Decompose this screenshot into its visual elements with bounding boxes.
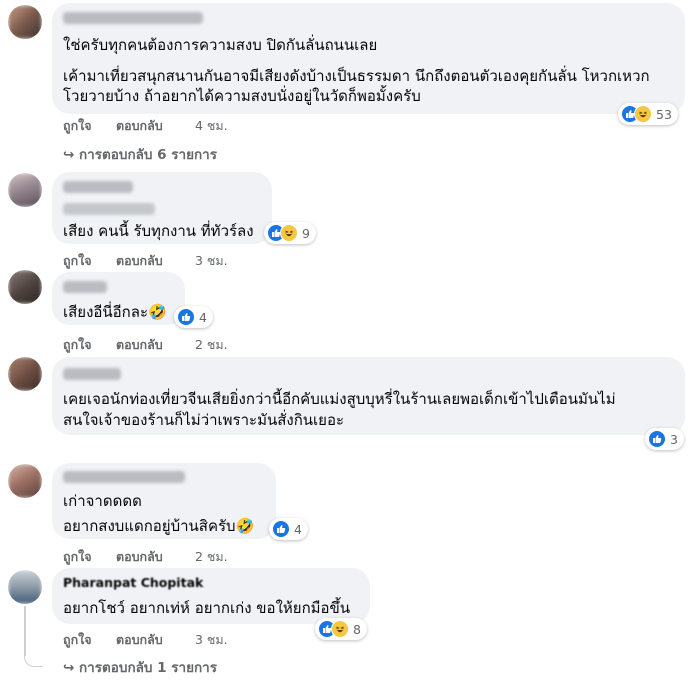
- reactions-summary[interactable]: 4: [269, 518, 308, 540]
- like-button[interactable]: ถูกใจ: [63, 251, 92, 271]
- author-name-blurred[interactable]: [63, 471, 185, 483]
- like-button[interactable]: ถูกใจ: [63, 547, 92, 567]
- avatar[interactable]: [8, 464, 42, 498]
- reply-button[interactable]: ตอบกลับ: [116, 630, 163, 650]
- avatar[interactable]: [8, 570, 42, 604]
- view-replies-link[interactable]: ↪ การตอบกลับ 1 รายการ: [63, 656, 217, 678]
- haha-icon: [331, 620, 349, 638]
- haha-icon: [634, 105, 652, 123]
- avatar[interactable]: [8, 357, 42, 391]
- comment-text-line: โวยวายบ้าง ถ้าอยากได้ความสงบนั่งอยู่ในวั…: [63, 87, 421, 105]
- author-name-blurred[interactable]: [63, 12, 203, 24]
- timestamp[interactable]: 4 ชม.: [195, 116, 228, 136]
- like-icon: [177, 308, 195, 326]
- author-name-blurred[interactable]: [63, 281, 107, 293]
- comment-text-line: เสียง คนนี้ รับทุกงาน ที่ทัวร์ลง: [63, 222, 254, 240]
- comment-text-line: เก่าจาดดดด: [63, 492, 142, 510]
- comment-text-line: เค้ามาเที่ยวสนุกสนานกันอาจมีเสียงดังบ้าง…: [63, 67, 650, 85]
- timestamp[interactable]: 2 ชม.: [195, 335, 228, 355]
- author-name-blurred: [63, 203, 155, 215]
- author-name-blurred[interactable]: [63, 181, 133, 193]
- comment-text-line: อยากสงบแดกอยู่บ้านสิครับ🤣: [63, 517, 255, 535]
- timestamp[interactable]: 3 ชม.: [195, 251, 228, 271]
- replies-label: การตอบกลับ 1 รายการ: [79, 660, 218, 676]
- comment-text-line: สนใจเจ้าของร้านก็ไม่ว่าเพราะมันสั่งกินเย…: [63, 411, 345, 429]
- comment-text-line: ใช่ครับทุกคนต้องการความสงบ ปิดกันลั่นถนน…: [63, 36, 378, 54]
- thread-line: [24, 606, 26, 656]
- reply-button[interactable]: ตอบกลับ: [116, 547, 163, 567]
- reactions-summary[interactable]: 8: [315, 618, 367, 640]
- timestamp[interactable]: 2 ชม.: [195, 547, 228, 567]
- reply-button[interactable]: ตอบกลับ: [116, 251, 163, 271]
- timestamp[interactable]: 3 ชม.: [195, 630, 228, 650]
- reaction-count: 4: [294, 521, 302, 537]
- reactions-summary[interactable]: 53: [618, 103, 678, 125]
- avatar[interactable]: [8, 173, 42, 207]
- like-button[interactable]: ถูกใจ: [63, 630, 92, 650]
- reactions-summary[interactable]: 4: [174, 306, 213, 328]
- comment-text-line: เสียงอีนี่อีกละ🤣: [63, 303, 167, 321]
- reaction-count: 53: [656, 106, 672, 122]
- reactions-summary[interactable]: 3: [645, 428, 684, 450]
- like-button[interactable]: ถูกใจ: [63, 335, 92, 355]
- like-icon: [272, 520, 290, 538]
- haha-icon: [280, 224, 298, 242]
- reactions-summary[interactable]: 9: [264, 222, 316, 244]
- view-replies-link[interactable]: ↪ การตอบกลับ 6 รายการ: [63, 143, 217, 165]
- comment-text-line: อยากโชว์ อยากเท่ห์ อยากเก่ง ขอให้ยกมือขึ…: [63, 599, 351, 617]
- like-button[interactable]: ถูกใจ: [63, 116, 92, 136]
- avatar[interactable]: [8, 270, 42, 304]
- thread-connector: [24, 652, 43, 667]
- like-icon: [648, 430, 666, 448]
- reaction-count: 9: [302, 225, 310, 241]
- reply-button[interactable]: ตอบกลับ: [116, 335, 163, 355]
- author-name-blurred[interactable]: [63, 368, 121, 380]
- replies-label: การตอบกลับ 6 รายการ: [79, 147, 218, 163]
- reply-arrow-icon: ↪: [63, 147, 75, 163]
- reaction-count: 3: [670, 431, 678, 447]
- reaction-count: 8: [353, 621, 361, 637]
- author-name[interactable]: Pharanpat Chopitak: [63, 575, 203, 590]
- reply-arrow-icon: ↪: [63, 660, 75, 676]
- reaction-count: 4: [199, 309, 207, 325]
- avatar[interactable]: [8, 5, 42, 39]
- comment-text-line: เคยเจอนักท่องเที่ยวจีนเสียยิ่งกว่านี้อีก…: [63, 390, 616, 408]
- reply-button[interactable]: ตอบกลับ: [116, 116, 163, 136]
